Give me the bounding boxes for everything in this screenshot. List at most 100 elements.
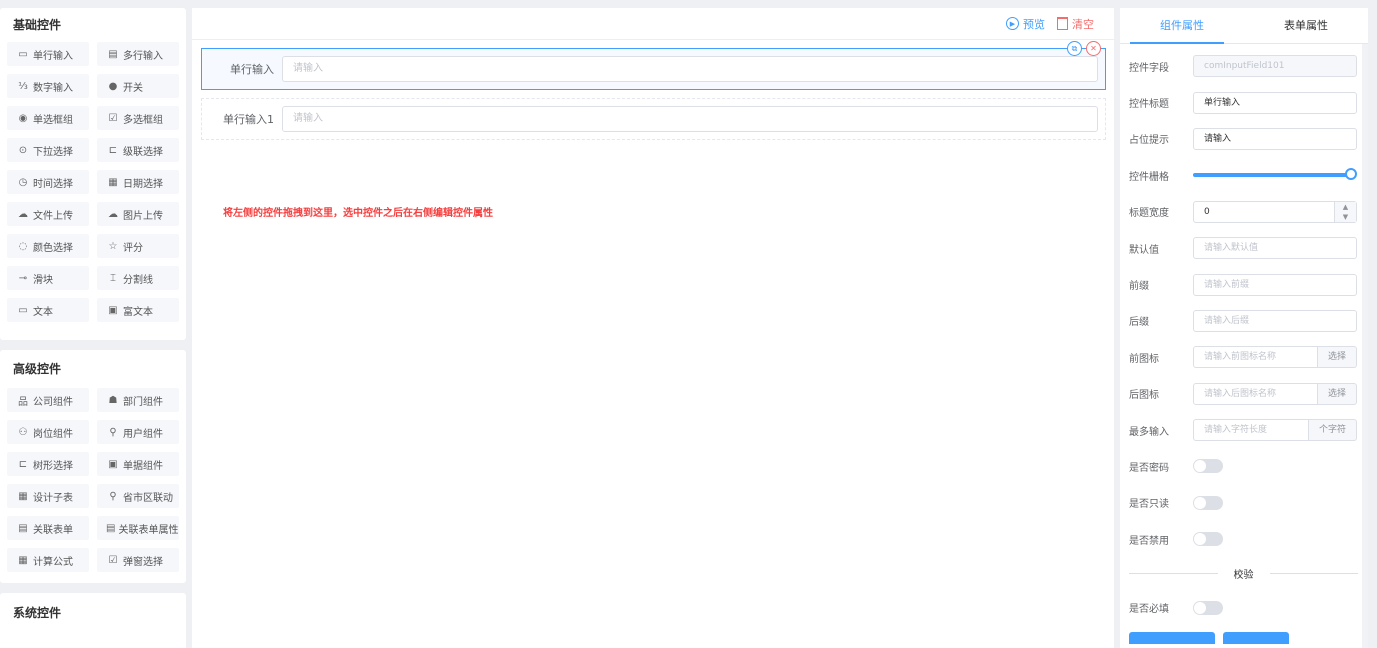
palette-item-icon: ⚇ xyxy=(18,426,28,438)
canvas-field-row[interactable]: 单行输入1 请输入 xyxy=(201,98,1106,140)
label-width-stepper[interactable]: 0 ▲ ▼ xyxy=(1193,200,1357,223)
validation-buttons xyxy=(1129,631,1358,644)
palette-item-icon: ☁ xyxy=(108,208,118,220)
validation-divider: 校验 xyxy=(1129,557,1358,589)
placeholder-input[interactable]: 请输入 xyxy=(1193,127,1357,150)
palette-item[interactable]: ⚲ 用户组件 xyxy=(97,420,179,444)
palette-item-label: 文件上传 xyxy=(33,210,73,222)
system-controls-group: 系统控件 xyxy=(0,593,186,648)
palette-item-icon: ▭ xyxy=(18,304,28,316)
required-switch[interactable] xyxy=(1193,600,1223,615)
palette-item[interactable]: ◉ 单选框组 xyxy=(7,106,89,130)
palette-item[interactable]: ▤ 关联表单 xyxy=(7,516,89,540)
palette-item[interactable]: ⊸ 滑块 xyxy=(7,266,89,290)
preview-button[interactable]: ▶ 预览 xyxy=(1006,16,1045,32)
default-value-input[interactable]: 请输入默认值 xyxy=(1193,237,1357,260)
palette-item[interactable]: ▦ 日期选择 xyxy=(97,170,179,194)
palette-item[interactable]: ● 开关 xyxy=(97,74,179,98)
form-canvas[interactable]: ▶ 预览 清空 单行输入 请输入 ⧉ ✕ 单行输入1 请输入 将左侧的控件拖拽到… xyxy=(192,8,1114,648)
advanced-controls-group: 高级控件 品公司组件 ☗ 部门组件 ⚇ 岗位组件 ⚲ 用户组件 ⊏ 树形选择 ▣ 单据组件 ▦ 设计子表… xyxy=(0,350,186,583)
palette-item-label: 用户组件 xyxy=(123,428,163,440)
palette-item-icon: ▦ xyxy=(108,176,118,188)
palette-item-icon: ▭ xyxy=(18,48,28,60)
palette-item[interactable]: ▭ 单行输入 xyxy=(7,42,89,66)
tab-form-props[interactable]: 表单属性 xyxy=(1244,8,1368,43)
suffix-input[interactable]: 请输入后缀 xyxy=(1193,309,1357,332)
prop-label: 是否密码 xyxy=(1129,462,1169,474)
field-input[interactable]: 请输入 xyxy=(282,106,1098,132)
palette-item[interactable]: ⊏ 树形选择 xyxy=(7,452,89,476)
palette-item-icon: ☆ xyxy=(108,240,118,252)
palette-item[interactable]: ▦ 计算公式 xyxy=(7,548,89,572)
prop-label: 后缀 xyxy=(1129,317,1149,329)
palette-item[interactable]: ⊏ 级联选择 xyxy=(97,138,179,162)
palette-item[interactable]: ⅓ 数字输入 xyxy=(7,74,89,98)
palette-item-icon: ◉ xyxy=(18,112,28,124)
group-title-basic: 基础控件 xyxy=(13,18,62,32)
scrollbar[interactable] xyxy=(1362,44,1368,648)
suffix-icon-input[interactable]: 请输入后图标名称 xyxy=(1193,382,1318,405)
palette-item[interactable]: ▦ 设计子表 xyxy=(7,484,89,508)
canvas-field-row[interactable]: 单行输入 请输入 ⧉ ✕ xyxy=(201,41,1106,90)
palette-item[interactable]: ◌ 颜色选择 xyxy=(7,234,89,258)
palette-item-icon: ▤ xyxy=(108,48,118,60)
palette-item[interactable]: ▤ 关联表单属性 xyxy=(97,516,179,540)
slider-handle[interactable] xyxy=(1345,168,1357,181)
palette-item-label: 多行输入 xyxy=(123,50,163,62)
stepper-arrows-icon[interactable]: ▲ ▼ xyxy=(1334,201,1356,222)
palette-item-label: 数字输入 xyxy=(33,82,73,94)
palette-item-label: 弹窗选择 xyxy=(123,556,163,568)
palette-item-label: 级联选择 xyxy=(123,146,163,158)
palette-item-label: 岗位组件 xyxy=(33,428,73,440)
palette-item[interactable]: ☑ 多选框组 xyxy=(97,106,179,130)
grid-slider[interactable] xyxy=(1193,168,1357,182)
palette-item[interactable]: ◷ 时间选择 xyxy=(7,170,89,194)
disabled-switch[interactable] xyxy=(1193,532,1223,547)
palette-item[interactable]: ⊙ 下拉选择 xyxy=(7,138,89,162)
maxlength-input[interactable]: 请输入字符长度 xyxy=(1193,419,1309,442)
clear-button[interactable]: 清空 xyxy=(1057,16,1094,32)
palette-item[interactable]: ☁ 图片上传 xyxy=(97,202,179,226)
palette-item-label: 关联表单 xyxy=(33,524,73,536)
prefix-icon-select-button[interactable]: 选择 xyxy=(1317,346,1357,369)
field-input[interactable]: 请输入 xyxy=(282,56,1098,82)
palette-item[interactable]: ☆ 评分 xyxy=(97,234,179,258)
password-switch[interactable] xyxy=(1193,459,1223,474)
copy-icon[interactable]: ⧉ xyxy=(1067,41,1082,56)
suffix-icon-group: 请输入后图标名称 选择 xyxy=(1193,382,1357,405)
title-input[interactable]: 单行输入 xyxy=(1193,91,1357,114)
palette-item[interactable]: ▣ 单据组件 xyxy=(97,452,179,476)
palette-item[interactable]: ▣ 富文本 xyxy=(97,298,179,322)
palette-item-icon: ☑ xyxy=(108,112,118,124)
prop-label: 是否必填 xyxy=(1129,604,1169,616)
palette-item-label: 公司组件 xyxy=(33,396,73,408)
palette-item[interactable]: ⚲ 省市区联动 xyxy=(97,484,179,508)
canvas-toolbar: ▶ 预览 清空 xyxy=(192,8,1114,40)
palette-item[interactable]: ⚇ 岗位组件 xyxy=(7,420,89,444)
secondary-rule-button[interactable] xyxy=(1223,631,1289,644)
prefix-icon-input[interactable]: 请输入前图标名称 xyxy=(1193,346,1318,369)
prop-label: 控件字段 xyxy=(1129,62,1169,74)
palette-item[interactable]: ☗ 部门组件 xyxy=(97,388,179,412)
palette-item-label: 颜色选择 xyxy=(33,242,73,254)
field-label: 单行输入1 xyxy=(223,113,274,126)
add-rule-button[interactable] xyxy=(1129,631,1215,644)
preview-label: 预览 xyxy=(1023,17,1045,31)
palette-item-icon: ⊏ xyxy=(108,144,118,156)
palette-item[interactable]: 品公司组件 xyxy=(7,388,89,412)
palette-item-icon: ⊙ xyxy=(18,144,28,156)
prefix-input[interactable]: 请输入前缀 xyxy=(1193,273,1357,296)
palette-item-icon: ⚲ xyxy=(109,426,117,438)
palette-item[interactable]: ⌶ 分割线 xyxy=(97,266,179,290)
palette-item[interactable]: ☁ 文件上传 xyxy=(7,202,89,226)
palette-item[interactable]: ☑ 弹窗选择 xyxy=(97,548,179,572)
prop-label: 后图标 xyxy=(1129,390,1159,402)
readonly-switch[interactable] xyxy=(1193,495,1223,510)
prop-label: 前图标 xyxy=(1129,353,1159,365)
suffix-icon-select-button[interactable]: 选择 xyxy=(1317,382,1357,405)
delete-icon[interactable]: ✕ xyxy=(1086,41,1101,56)
drop-hint: 将左侧的控件拖拽到这里，选中控件之后在右侧编辑控件属性 xyxy=(223,208,493,219)
palette-item[interactable]: ▤ 多行输入 xyxy=(97,42,179,66)
palette-item[interactable]: ▭ 文本 xyxy=(7,298,89,322)
tab-component-props[interactable]: 组件属性 xyxy=(1120,8,1244,44)
